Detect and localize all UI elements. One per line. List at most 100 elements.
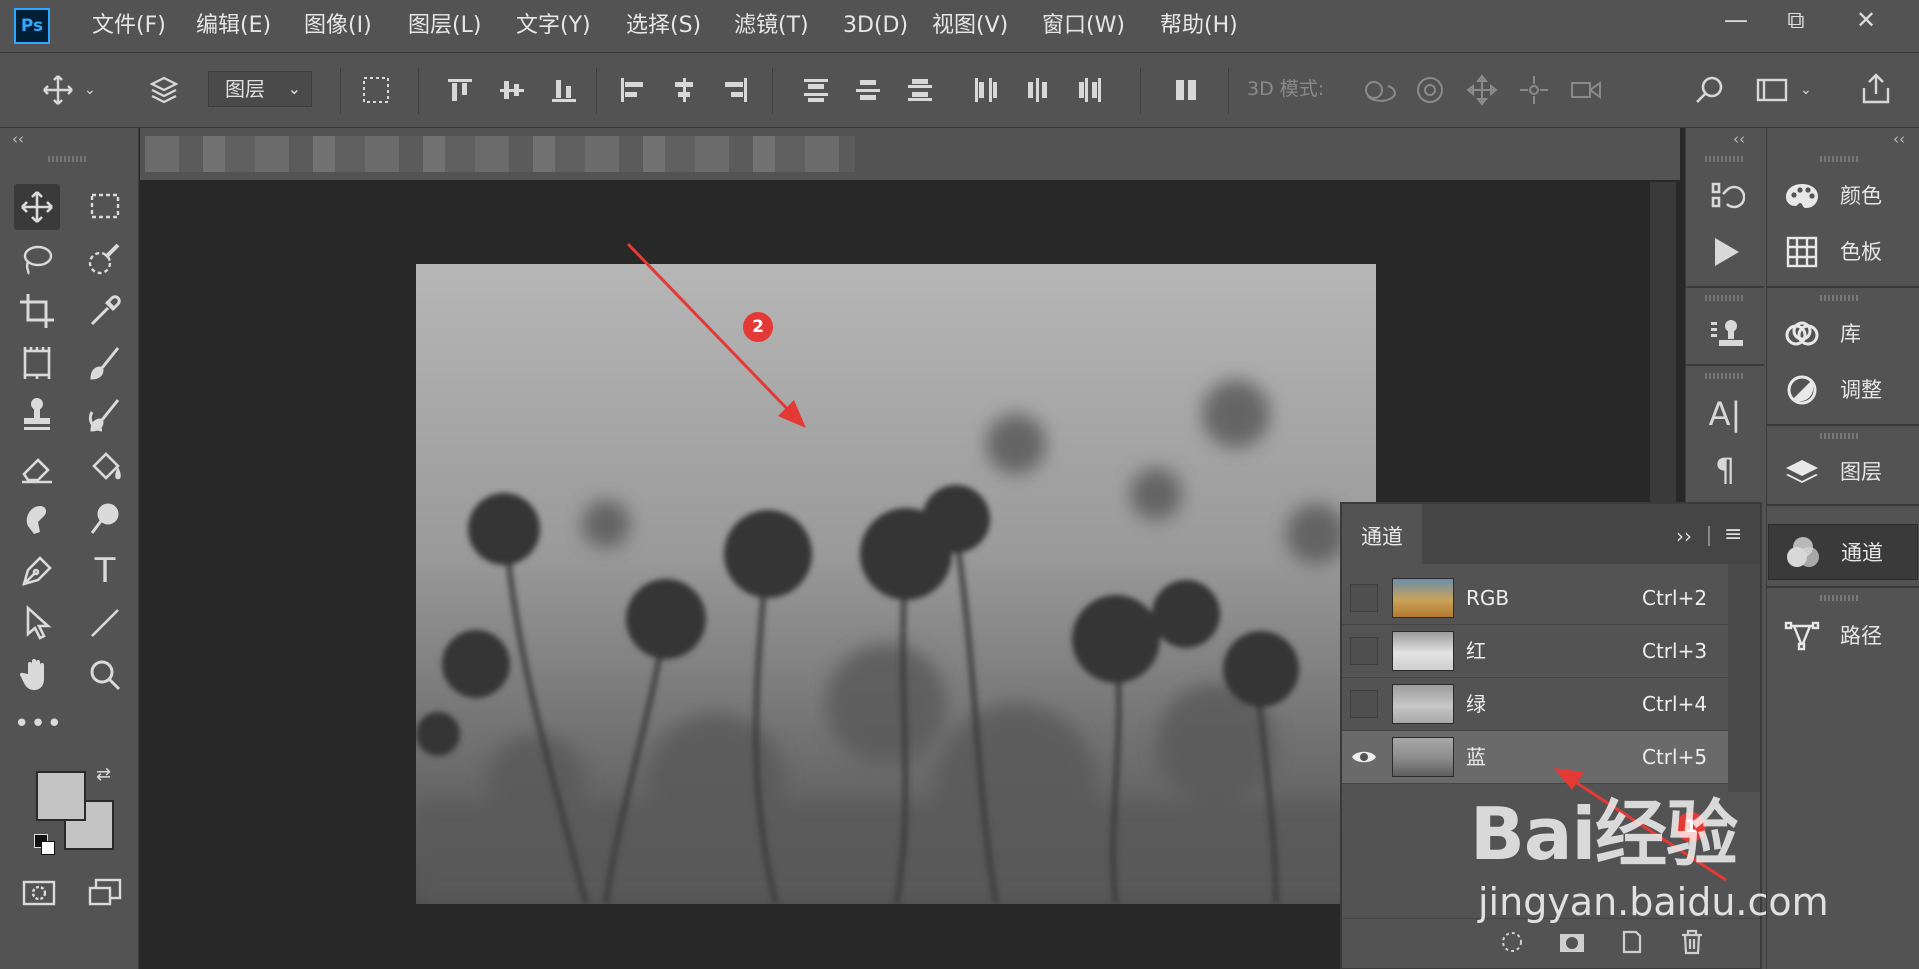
dodge-tool-icon[interactable]	[82, 496, 128, 542]
distribute-bottom-icon[interactable]	[900, 70, 940, 110]
align-right-icon[interactable]	[716, 70, 756, 110]
auto-select-icon[interactable]	[144, 70, 184, 110]
panel-menu-icon[interactable]: ≡	[1724, 522, 1742, 547]
3d-pan-icon[interactable]	[1462, 70, 1502, 110]
workspace-icon[interactable]	[1752, 70, 1792, 110]
align-left-icon[interactable]	[612, 70, 652, 110]
minimize-button[interactable]: —	[1706, 0, 1766, 40]
panel-libraries[interactable]: 库	[1768, 306, 1918, 362]
default-colors-icon[interactable]	[34, 834, 56, 856]
dock-grip[interactable]	[1705, 156, 1745, 162]
align-vertical-center-icon[interactable]	[492, 70, 532, 110]
panel-channels[interactable]: 通道	[1768, 524, 1918, 580]
clone-source-icon[interactable]	[1705, 314, 1745, 354]
line-tool-icon[interactable]	[82, 600, 128, 646]
panel-color[interactable]: 颜色	[1768, 168, 1918, 224]
visibility-toggle[interactable]	[1350, 690, 1378, 718]
path-selection-tool-icon[interactable]	[14, 600, 60, 646]
hand-tool-icon[interactable]	[14, 652, 60, 698]
chevron-down-icon[interactable]: ⌄	[1800, 70, 1820, 110]
swap-colors-icon[interactable]: ⇄	[96, 764, 120, 788]
dock-grip[interactable]	[1705, 373, 1745, 379]
channel-row-green[interactable]: 绿 Ctrl+4	[1342, 678, 1728, 731]
rectangular-marquee-tool-icon[interactable]	[82, 184, 128, 230]
delete-channel-icon[interactable]	[1676, 926, 1708, 958]
dock-grip[interactable]	[1820, 595, 1860, 601]
panel-layers[interactable]: 图层	[1768, 444, 1918, 500]
lasso-tool-icon[interactable]	[14, 236, 60, 282]
zoom-tool-icon[interactable]	[82, 652, 128, 698]
close-button[interactable]: ✕	[1836, 0, 1896, 40]
collapse-toolbar-button[interactable]: ‹‹	[12, 130, 24, 148]
clone-stamp-tool-icon[interactable]	[14, 392, 60, 438]
3d-scale-icon[interactable]	[1566, 70, 1606, 110]
menu-filter[interactable]: 滤镜(T)	[734, 0, 809, 52]
3d-orbit-icon[interactable]	[1358, 70, 1398, 110]
channel-row-red[interactable]: 红 Ctrl+3	[1342, 625, 1728, 678]
menu-edit[interactable]: 编辑(E)	[196, 0, 271, 52]
menu-view[interactable]: 视图(V)	[932, 0, 1008, 52]
menu-layer[interactable]: 图层(L)	[408, 0, 481, 52]
eye-icon[interactable]	[1350, 743, 1378, 771]
dock-grip[interactable]	[1820, 156, 1860, 162]
new-channel-icon[interactable]	[1616, 926, 1648, 958]
tab-channels[interactable]: 通道	[1342, 504, 1422, 564]
brush-tool-icon[interactable]	[82, 340, 128, 386]
dock-grip[interactable]	[1705, 295, 1745, 301]
menu-select[interactable]: 选择(S)	[626, 0, 701, 52]
distribute-top-icon[interactable]	[796, 70, 836, 110]
menu-type[interactable]: 文字(Y)	[516, 0, 591, 52]
screen-mode-icon[interactable]	[82, 870, 128, 916]
actions-play-icon[interactable]	[1705, 232, 1745, 272]
3d-slide-icon[interactable]	[1514, 70, 1554, 110]
chevron-down-icon[interactable]: ⌄	[84, 70, 104, 110]
paint-bucket-tool-icon[interactable]	[82, 444, 128, 490]
visibility-toggle[interactable]	[1350, 637, 1378, 665]
move-tool-icon[interactable]	[14, 184, 60, 230]
foreground-color-swatch[interactable]	[36, 771, 86, 821]
distribute-vertical-center-icon[interactable]	[848, 70, 888, 110]
quick-mask-icon[interactable]	[16, 870, 62, 916]
panel-paths[interactable]: 路径	[1768, 608, 1918, 664]
dock-grip[interactable]	[1820, 295, 1860, 301]
frame-tool-icon[interactable]	[14, 340, 60, 386]
search-icon[interactable]	[1690, 70, 1730, 110]
3d-roll-icon[interactable]	[1410, 70, 1450, 110]
document-tab[interactable]	[145, 136, 855, 172]
restore-button[interactable]: ⧉	[1766, 0, 1826, 40]
document-image[interactable]	[416, 264, 1376, 904]
channels-scrollbar[interactable]	[1728, 564, 1760, 792]
more-tools-icon[interactable]: •••	[14, 704, 62, 750]
eyedropper-tool-icon[interactable]	[82, 288, 128, 334]
panel-adjustments[interactable]: 调整	[1768, 362, 1918, 418]
type-tool-icon[interactable]: T	[82, 548, 128, 594]
history-icon[interactable]	[1705, 176, 1746, 216]
move-tool-preset-icon[interactable]	[38, 70, 78, 110]
toolbar-grip[interactable]	[48, 156, 88, 162]
collapse-dock-button[interactable]: ‹‹	[1893, 130, 1905, 148]
quick-selection-tool-icon[interactable]	[82, 236, 128, 282]
character-icon[interactable]: A|	[1705, 394, 1745, 434]
paragraph-icon[interactable]: ¶	[1705, 450, 1745, 490]
menu-image[interactable]: 图像(I)	[304, 0, 372, 52]
menu-window[interactable]: 窗口(W)	[1042, 0, 1125, 52]
crop-tool-icon[interactable]	[14, 288, 60, 334]
distribute-horizontal-center-icon[interactable]	[1018, 70, 1058, 110]
save-selection-icon[interactable]	[1556, 926, 1588, 958]
dock-grip[interactable]	[1820, 433, 1860, 439]
collapse-dock-button[interactable]: ‹‹	[1733, 130, 1745, 148]
align-horizontal-center-icon[interactable]	[664, 70, 704, 110]
align-bottom-icon[interactable]	[544, 70, 584, 110]
menu-3d[interactable]: 3D(D)	[843, 0, 908, 52]
distribute-left-icon[interactable]	[966, 70, 1006, 110]
visibility-toggle[interactable]	[1350, 584, 1378, 612]
menu-help[interactable]: 帮助(H)	[1160, 0, 1238, 52]
transform-controls-icon[interactable]	[356, 70, 396, 110]
smudge-tool-icon[interactable]	[14, 496, 60, 542]
load-selection-icon[interactable]	[1496, 926, 1528, 958]
panel-swatches[interactable]: 色板	[1768, 224, 1918, 280]
eraser-tool-icon[interactable]	[14, 444, 60, 490]
pen-tool-icon[interactable]	[14, 548, 60, 594]
share-icon[interactable]	[1856, 70, 1896, 110]
auto-align-layers-icon[interactable]	[1166, 70, 1206, 110]
